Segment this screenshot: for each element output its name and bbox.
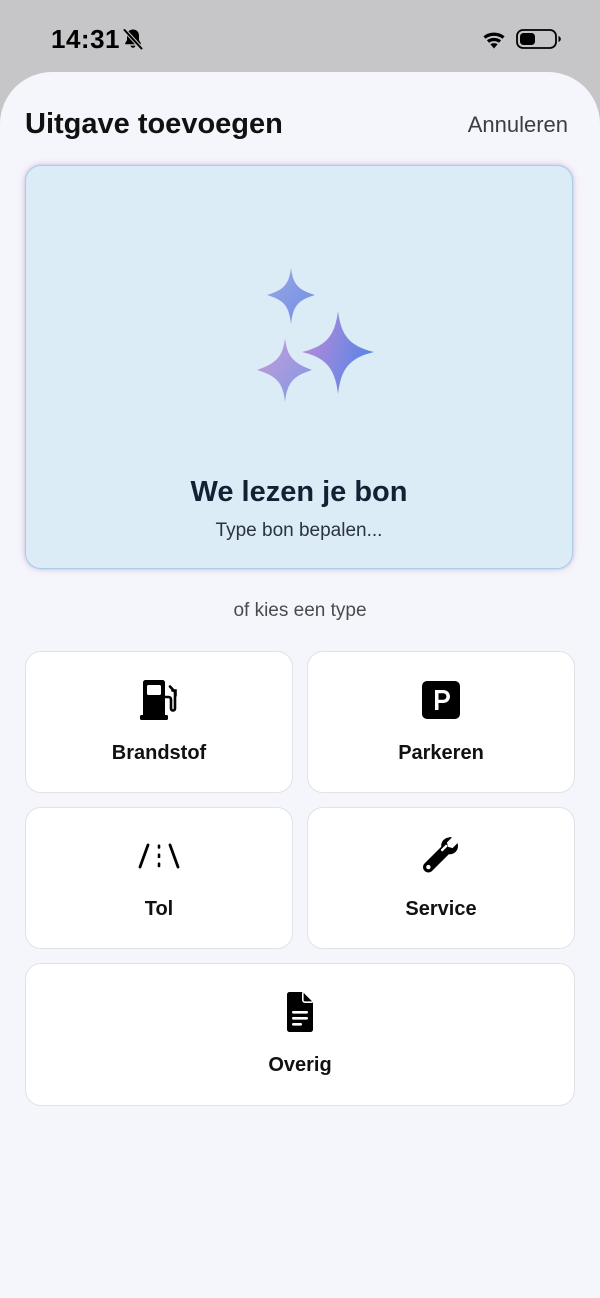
type-tile-overig[interactable]: Overig: [25, 963, 575, 1106]
type-tile-parkeren[interactable]: Parkeren: [307, 651, 575, 793]
wifi-icon: [483, 32, 505, 49]
status-bar: 14:31: [0, 0, 600, 80]
add-expense-sheet: Uitgave toevoegen Annuleren We lezen je …: [0, 72, 600, 1298]
type-label: Overig: [268, 1054, 332, 1076]
receipt-scan-card: We lezen je bon Type bon bepalen...: [25, 165, 573, 569]
cancel-button[interactable]: Annuleren: [468, 112, 568, 138]
battery-icon: [516, 29, 561, 49]
document-icon: [287, 992, 313, 1032]
scan-status-text: Type bon bepalen...: [215, 520, 383, 541]
fuel-pump-icon: [140, 680, 177, 720]
type-tile-service[interactable]: Service: [307, 807, 575, 949]
type-tile-tol[interactable]: Tol: [25, 807, 293, 949]
road-icon: [138, 843, 180, 869]
bell-slash-icon: [122, 28, 144, 51]
status-time: 14:31: [51, 24, 120, 54]
parking-icon: [422, 681, 460, 719]
sparkles-icon: [257, 268, 374, 402]
type-tile-brandstof[interactable]: Brandstof: [25, 651, 293, 793]
type-label: Tol: [144, 898, 174, 920]
sheet-title: Uitgave toevoegen: [25, 108, 283, 140]
wrench-icon: [423, 837, 458, 873]
type-label: Brandstof: [111, 742, 207, 764]
scan-title: We lezen je bon: [190, 476, 408, 508]
type-label: Parkeren: [398, 742, 484, 764]
type-label: Service: [405, 898, 477, 920]
choose-type-label: of kies een type: [233, 600, 367, 621]
